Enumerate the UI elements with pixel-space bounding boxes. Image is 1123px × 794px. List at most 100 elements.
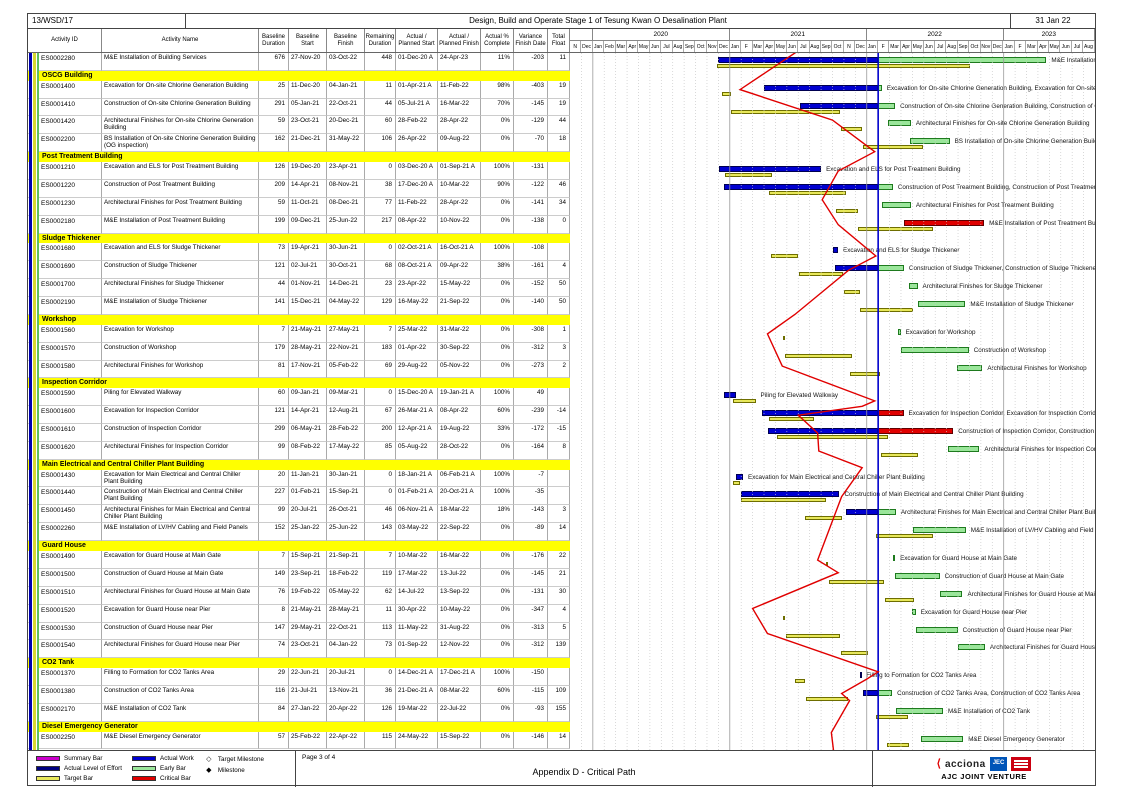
cell-baseline-finish: 14-Dec-21 [327, 279, 365, 297]
gantt-bar-label: Architectural Finishes for Post Treatmen… [916, 202, 1054, 209]
cell-id: ES0002170 [28, 704, 102, 722]
cell-total-float: 4 [548, 605, 570, 623]
cell-baseline-duration: 676 [259, 53, 289, 71]
cell-variance-finish: -312 [514, 343, 548, 361]
gantt-row-area: Construction of Workshop [570, 343, 1095, 361]
legend-label: Actual Work [160, 755, 194, 762]
cell-id: ES0001610 [28, 424, 102, 442]
legend-item: Actual Work [132, 755, 194, 762]
cell-actual-start: 01-Sep-22 [396, 640, 438, 658]
cell-name: M&E Installation of Post Treatment Build… [102, 216, 259, 234]
gantt-bar-early [878, 103, 895, 109]
cell-baseline-finish: 15-Sep-21 [327, 487, 365, 505]
cell-actual-finish: 31-Mar-22 [438, 325, 481, 343]
month-label: Dec [718, 41, 729, 52]
gantt-bar-tgt [725, 173, 772, 177]
appendix-title: Appendix D - Critical Path [296, 767, 872, 777]
gantt-bar-early [940, 591, 962, 597]
month-label: Mar [1026, 41, 1037, 52]
cell-total-float: 21 [548, 569, 570, 587]
gantt-bar-tgt [795, 679, 806, 683]
gantt-bar-tgt [785, 354, 851, 358]
cell-baseline-duration: 7 [259, 551, 289, 569]
cell-name: Excavation and ELS for Post Treatment Bu… [102, 162, 259, 180]
cell-variance-finish: -152 [514, 279, 548, 297]
gantt-bar-act [762, 410, 878, 416]
cell-baseline-start: 05-Jan-21 [289, 99, 327, 117]
cell-pct-complete: 100% [481, 487, 514, 505]
cell-baseline-finish: 17-May-22 [327, 442, 365, 460]
gantt-bar-label: Excavation for Guard House near Pier [921, 609, 1027, 616]
legend-item: Actual Level of Effort [36, 765, 122, 772]
section-label: Post Treatment Building [28, 152, 570, 162]
cell-actual-start: 16-May-22 [396, 297, 438, 315]
gantt-bar-early [913, 527, 966, 533]
cell-name: Excavation for Guard House at Main Gate [102, 551, 259, 569]
gantt-bar-tgt [722, 92, 731, 96]
section-row: Main Electrical and Central Chiller Plan… [28, 460, 1095, 470]
task-row: ES0001620Architectural Finishes for Insp… [28, 442, 1095, 460]
cell-id: ES0001510 [28, 587, 102, 605]
year-label: 2022 [867, 29, 1004, 40]
gantt-bar-label: Construction of On-site Chlorine Generat… [900, 103, 1095, 110]
cell-total-float: -15 [548, 424, 570, 442]
cell-variance-finish: -273 [514, 361, 548, 379]
gantt-bar-tgt [829, 580, 884, 584]
cell-id: ES0001700 [28, 279, 102, 297]
cell-baseline-start: 23-Oct-21 [289, 116, 327, 134]
cell-variance-finish: -122 [514, 180, 548, 198]
gantt-bar-label: BS Installation of On-site Chlorine Gene… [955, 138, 1095, 145]
cell-actual-finish: 22-Jul-22 [438, 704, 481, 722]
cell-actual-start: 01-Apr-21 A [396, 81, 438, 99]
cell-id: ES0002260 [28, 523, 102, 541]
gantt-bar-label: Excavation for Inspection Corridor, Exca… [909, 410, 1095, 417]
gantt-bar-early [948, 446, 979, 452]
cell-actual-finish: 13-Sep-22 [438, 587, 481, 605]
cell-variance-finish: -146 [514, 732, 548, 750]
cell-variance-finish: -145 [514, 99, 548, 117]
gantt-bar-early [878, 509, 896, 515]
jec-logo: JEC [990, 757, 1008, 771]
task-row: ES0001400Excavation for On-site Chlorine… [28, 81, 1095, 99]
cell-baseline-finish: 25-Jun-22 [327, 523, 365, 541]
cell-baseline-finish: 28-May-21 [327, 605, 365, 623]
cell-actual-finish: 10-Nov-22 [438, 216, 481, 234]
cell-id: ES0001370 [28, 668, 102, 686]
month-label: Sep [821, 41, 832, 52]
gantt-bar-tgt [783, 336, 785, 340]
cell-name: Excavation and ELS for Sludge Thickener [102, 243, 259, 261]
gantt-bar-early [898, 329, 900, 335]
task-row: ES0002200BS Installation of On-site Chlo… [28, 134, 1095, 152]
gantt-bar-tgt [841, 127, 863, 131]
cell-actual-start: 02-Oct-21 A [396, 243, 438, 261]
gantt-bar-early [896, 708, 943, 714]
gantt-bar-act [835, 265, 878, 271]
cell-baseline-duration: 199 [259, 216, 289, 234]
gantt-row-area: M&E Installation of Sludge Thickener [570, 297, 1095, 315]
gantt-bar-label: Excavation for Guard House at Main Gate [900, 555, 1017, 562]
cell-baseline-duration: 99 [259, 505, 289, 523]
cell-baseline-finish: 08-Dec-21 [327, 198, 365, 216]
cell-baseline-duration: 99 [259, 442, 289, 460]
gantt-bar-crit [904, 220, 985, 226]
gantt-bar-label: Piling for Elevated Walkway [761, 392, 838, 399]
cell-actual-start: 11-Feb-22 [396, 198, 438, 216]
cell-id: ES0002280 [28, 53, 102, 71]
section-label: Inspection Corridor [28, 378, 570, 388]
cell-remaining-duration: 0 [365, 470, 396, 488]
cell-baseline-start: 14-Apr-21 [289, 180, 327, 198]
month-label: Dec [581, 41, 592, 52]
cell-baseline-duration: 121 [259, 261, 289, 279]
gantt-bar-label: M&E Diesel Emergency Generator [968, 736, 1065, 743]
cell-pct-complete: 18% [481, 505, 514, 523]
cell-id: ES0001690 [28, 261, 102, 279]
cell-total-float: 3 [548, 343, 570, 361]
month-label: Jan [730, 41, 741, 52]
cell-baseline-start: 20-Jul-21 [289, 505, 327, 523]
cell-id: ES0001440 [28, 487, 102, 505]
cell-total-float: 14 [548, 523, 570, 541]
gantt-row-area: M&E Installation of Post Treatment Build… [570, 216, 1095, 234]
legend-color-chip [36, 766, 60, 771]
month-label: Oct [969, 41, 980, 52]
cell-actual-finish: 09-Aug-22 [438, 134, 481, 152]
